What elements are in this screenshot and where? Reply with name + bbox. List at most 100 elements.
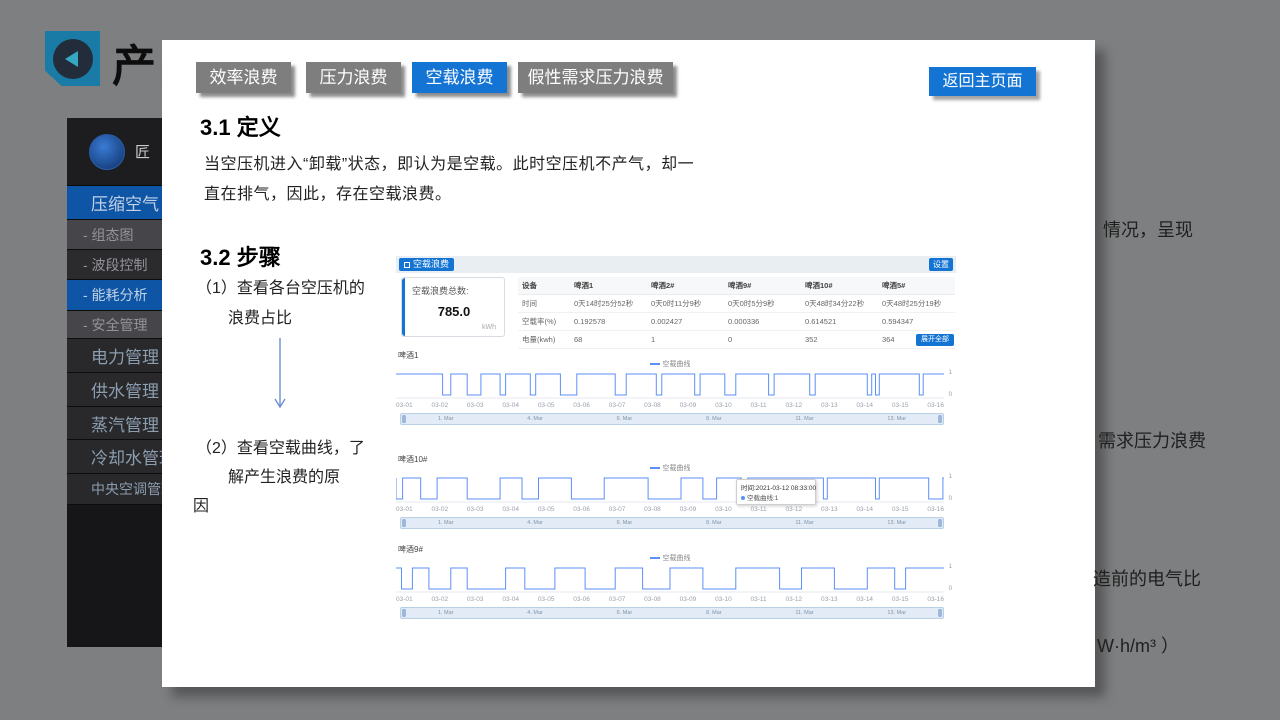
slider-handle-right[interactable] — [938, 519, 942, 527]
x-tick: 03-13 — [821, 506, 838, 513]
datazoom-slider[interactable]: 1. Mar4. Mar6. Mar8. Mar11. Mar13. Mar — [400, 607, 944, 619]
sidebar-item-3[interactable]: - 能耗分析 — [67, 280, 163, 311]
x-tick: 03-06 — [573, 402, 590, 409]
x-tick: 03-05 — [538, 402, 555, 409]
slider-handle-right[interactable] — [938, 609, 942, 617]
tab-0[interactable]: 效率浪费 — [196, 62, 291, 93]
slide-panel: 效率浪费压力浪费空载浪费假性需求压力浪费 返回主页面 3.1 定义 当空压机进入… — [162, 40, 1095, 687]
x-tick: 03-01 — [396, 596, 413, 603]
expand-all-button[interactable]: 展开全部 — [916, 334, 954, 346]
right-fragment-1: 情况，呈现 — [1103, 216, 1193, 242]
datazoom-slider[interactable]: 1. Mar4. Mar6. Mar8. Mar11. Mar13. Mar — [400, 413, 944, 425]
x-tick: 03-16 — [927, 596, 944, 603]
slider-handle-left[interactable] — [402, 415, 406, 423]
x-tick: 03-15 — [892, 506, 909, 513]
slider-label: 11. Mar — [795, 520, 813, 526]
definition-heading: 3.1 定义 — [200, 110, 281, 142]
back-to-main-button[interactable]: 返回主页面 — [929, 67, 1036, 96]
x-tick: 03-16 — [927, 402, 944, 409]
sidebar-item-8[interactable]: 冷却水管理 — [67, 440, 163, 474]
chart-plot — [396, 563, 944, 593]
sidebar-item-9[interactable]: 中央空调管理 — [67, 474, 163, 505]
tooltip-time: 时间:2021-03-12 08:33:00 — [741, 482, 811, 492]
chart-plot — [396, 473, 944, 503]
x-tick: 03-09 — [680, 402, 697, 409]
legend-line-icon — [650, 557, 660, 559]
table-cell: 时间 — [518, 295, 570, 313]
x-tick: 03-07 — [609, 402, 626, 409]
table-header-1: 啤酒1 — [570, 277, 647, 295]
table-cell: 0天0时5分9秒 — [724, 295, 801, 313]
slider-label: 1. Mar — [438, 416, 454, 422]
step2-line2: 解产生浪费的原 — [228, 463, 340, 487]
summary-value: 785.0 — [402, 304, 506, 319]
datazoom-slider[interactable]: 1. Mar4. Mar6. Mar8. Mar11. Mar13. Mar — [400, 517, 944, 529]
x-tick: 03-14 — [856, 596, 873, 603]
x-tick: 03-05 — [538, 596, 555, 603]
sidebar-item-7[interactable]: 蒸汽管理 — [67, 407, 163, 440]
x-tick: 03-01 — [396, 506, 413, 513]
tooltip-value-text: 空载曲线:1 — [747, 495, 778, 502]
table-header-2: 啤酒2# — [647, 277, 724, 295]
table-header-0: 设备 — [518, 277, 570, 295]
x-tick: 03-03 — [467, 506, 484, 513]
x-tick: 03-02 — [431, 402, 448, 409]
table-cell: 0.002427 — [647, 313, 724, 331]
right-fragment-4: W·h/m³ ） — [1097, 632, 1179, 658]
chart-legend: 空载曲线 — [396, 463, 944, 473]
sidebar: 匠 压缩空气- 组态图- 波段控制- 能耗分析- 安全管理电力管理供水管理蒸汽管… — [67, 118, 163, 647]
chart-block-0: 啤酒1空载曲线1003-0103-0203-0303-0403-0503-060… — [396, 350, 956, 430]
settings-button[interactable]: 设置 — [929, 258, 953, 271]
tab-3[interactable]: 假性需求压力浪费 — [518, 62, 673, 93]
x-tick: 03-11 — [751, 506, 767, 513]
table-cell: 68 — [570, 331, 647, 349]
tab-1[interactable]: 压力浪费 — [306, 62, 401, 93]
x-tick: 03-14 — [856, 506, 873, 513]
chart-block-2: 啤酒9#空载曲线1003-0103-0203-0303-0403-0503-06… — [396, 544, 956, 624]
step2-line1: （2）查看空载曲线，了 — [196, 434, 365, 458]
step2-line3: 因 — [193, 492, 209, 516]
sidebar-item-0[interactable]: 压缩空气 — [67, 186, 163, 220]
table-cell: 0天14时25分52秒 — [570, 295, 647, 313]
x-tick: 03-15 — [892, 402, 909, 409]
x-tick: 03-02 — [431, 596, 448, 603]
table-row: 时间0天14时25分52秒0天0时11分9秒0天0时5分9秒0天48时34分22… — [518, 295, 955, 313]
sidebar-item-1[interactable]: - 组态图 — [67, 220, 163, 250]
chart-tooltip: 时间:2021-03-12 08:33:00 空载曲线:1 — [736, 479, 816, 505]
legend-label: 空载曲线 — [663, 555, 691, 562]
dashboard-screenshot: 空载浪费 设置 空载浪费总数: 785.0 kWh 设备啤酒1啤酒2#啤酒9#啤… — [396, 256, 956, 628]
slider-handle-left[interactable] — [402, 609, 406, 617]
table-cell: 0.192578 — [570, 313, 647, 331]
x-tick: 03-10 — [715, 596, 732, 603]
slider-handle-left[interactable] — [402, 519, 406, 527]
sidebar-header: 匠 — [67, 118, 163, 186]
chart-block-1: 啤酒10#空载曲线1003-0103-0203-0303-0403-0503-0… — [396, 454, 956, 534]
table-cell: 352 — [801, 331, 878, 349]
x-tick: 03-02 — [431, 506, 448, 513]
right-fragment-3: 造前的电气比 — [1093, 565, 1201, 591]
slider-label: 11. Mar — [795, 610, 813, 616]
x-axis-labels: 03-0103-0203-0303-0403-0503-0603-0703-08… — [396, 596, 944, 603]
x-tick: 03-10 — [715, 402, 732, 409]
definition-line1: 当空压机进入“卸载”状态，即认为是空载。此时空压机不产气，却一 — [204, 150, 694, 174]
slider-label: 6. Mar — [617, 610, 633, 616]
slider-label: 6. Mar — [617, 416, 633, 422]
sidebar-item-2[interactable]: - 波段控制 — [67, 250, 163, 280]
dashboard-header: 空载浪费 设置 — [396, 256, 956, 273]
dashboard-title-badge: 空载浪费 — [399, 258, 454, 271]
down-arrow-icon — [272, 336, 288, 416]
sidebar-item-6[interactable]: 供水管理 — [67, 373, 163, 407]
summary-unit: kWh — [482, 324, 496, 331]
sidebar-item-4[interactable]: - 安全管理 — [67, 311, 163, 339]
legend-label: 空载曲线 — [663, 465, 691, 472]
y-axis-tick-0: 0 — [949, 586, 952, 592]
tab-2[interactable]: 空载浪费 — [412, 62, 507, 93]
slider-label: 4. Mar — [527, 610, 543, 616]
slider-handle-right[interactable] — [938, 415, 942, 423]
x-tick: 03-16 — [927, 506, 944, 513]
y-axis-tick-0: 0 — [949, 392, 952, 398]
x-tick: 03-05 — [538, 506, 555, 513]
slider-label: 6. Mar — [617, 520, 633, 526]
sidebar-item-5[interactable]: 电力管理 — [67, 339, 163, 373]
x-tick: 03-03 — [467, 596, 484, 603]
